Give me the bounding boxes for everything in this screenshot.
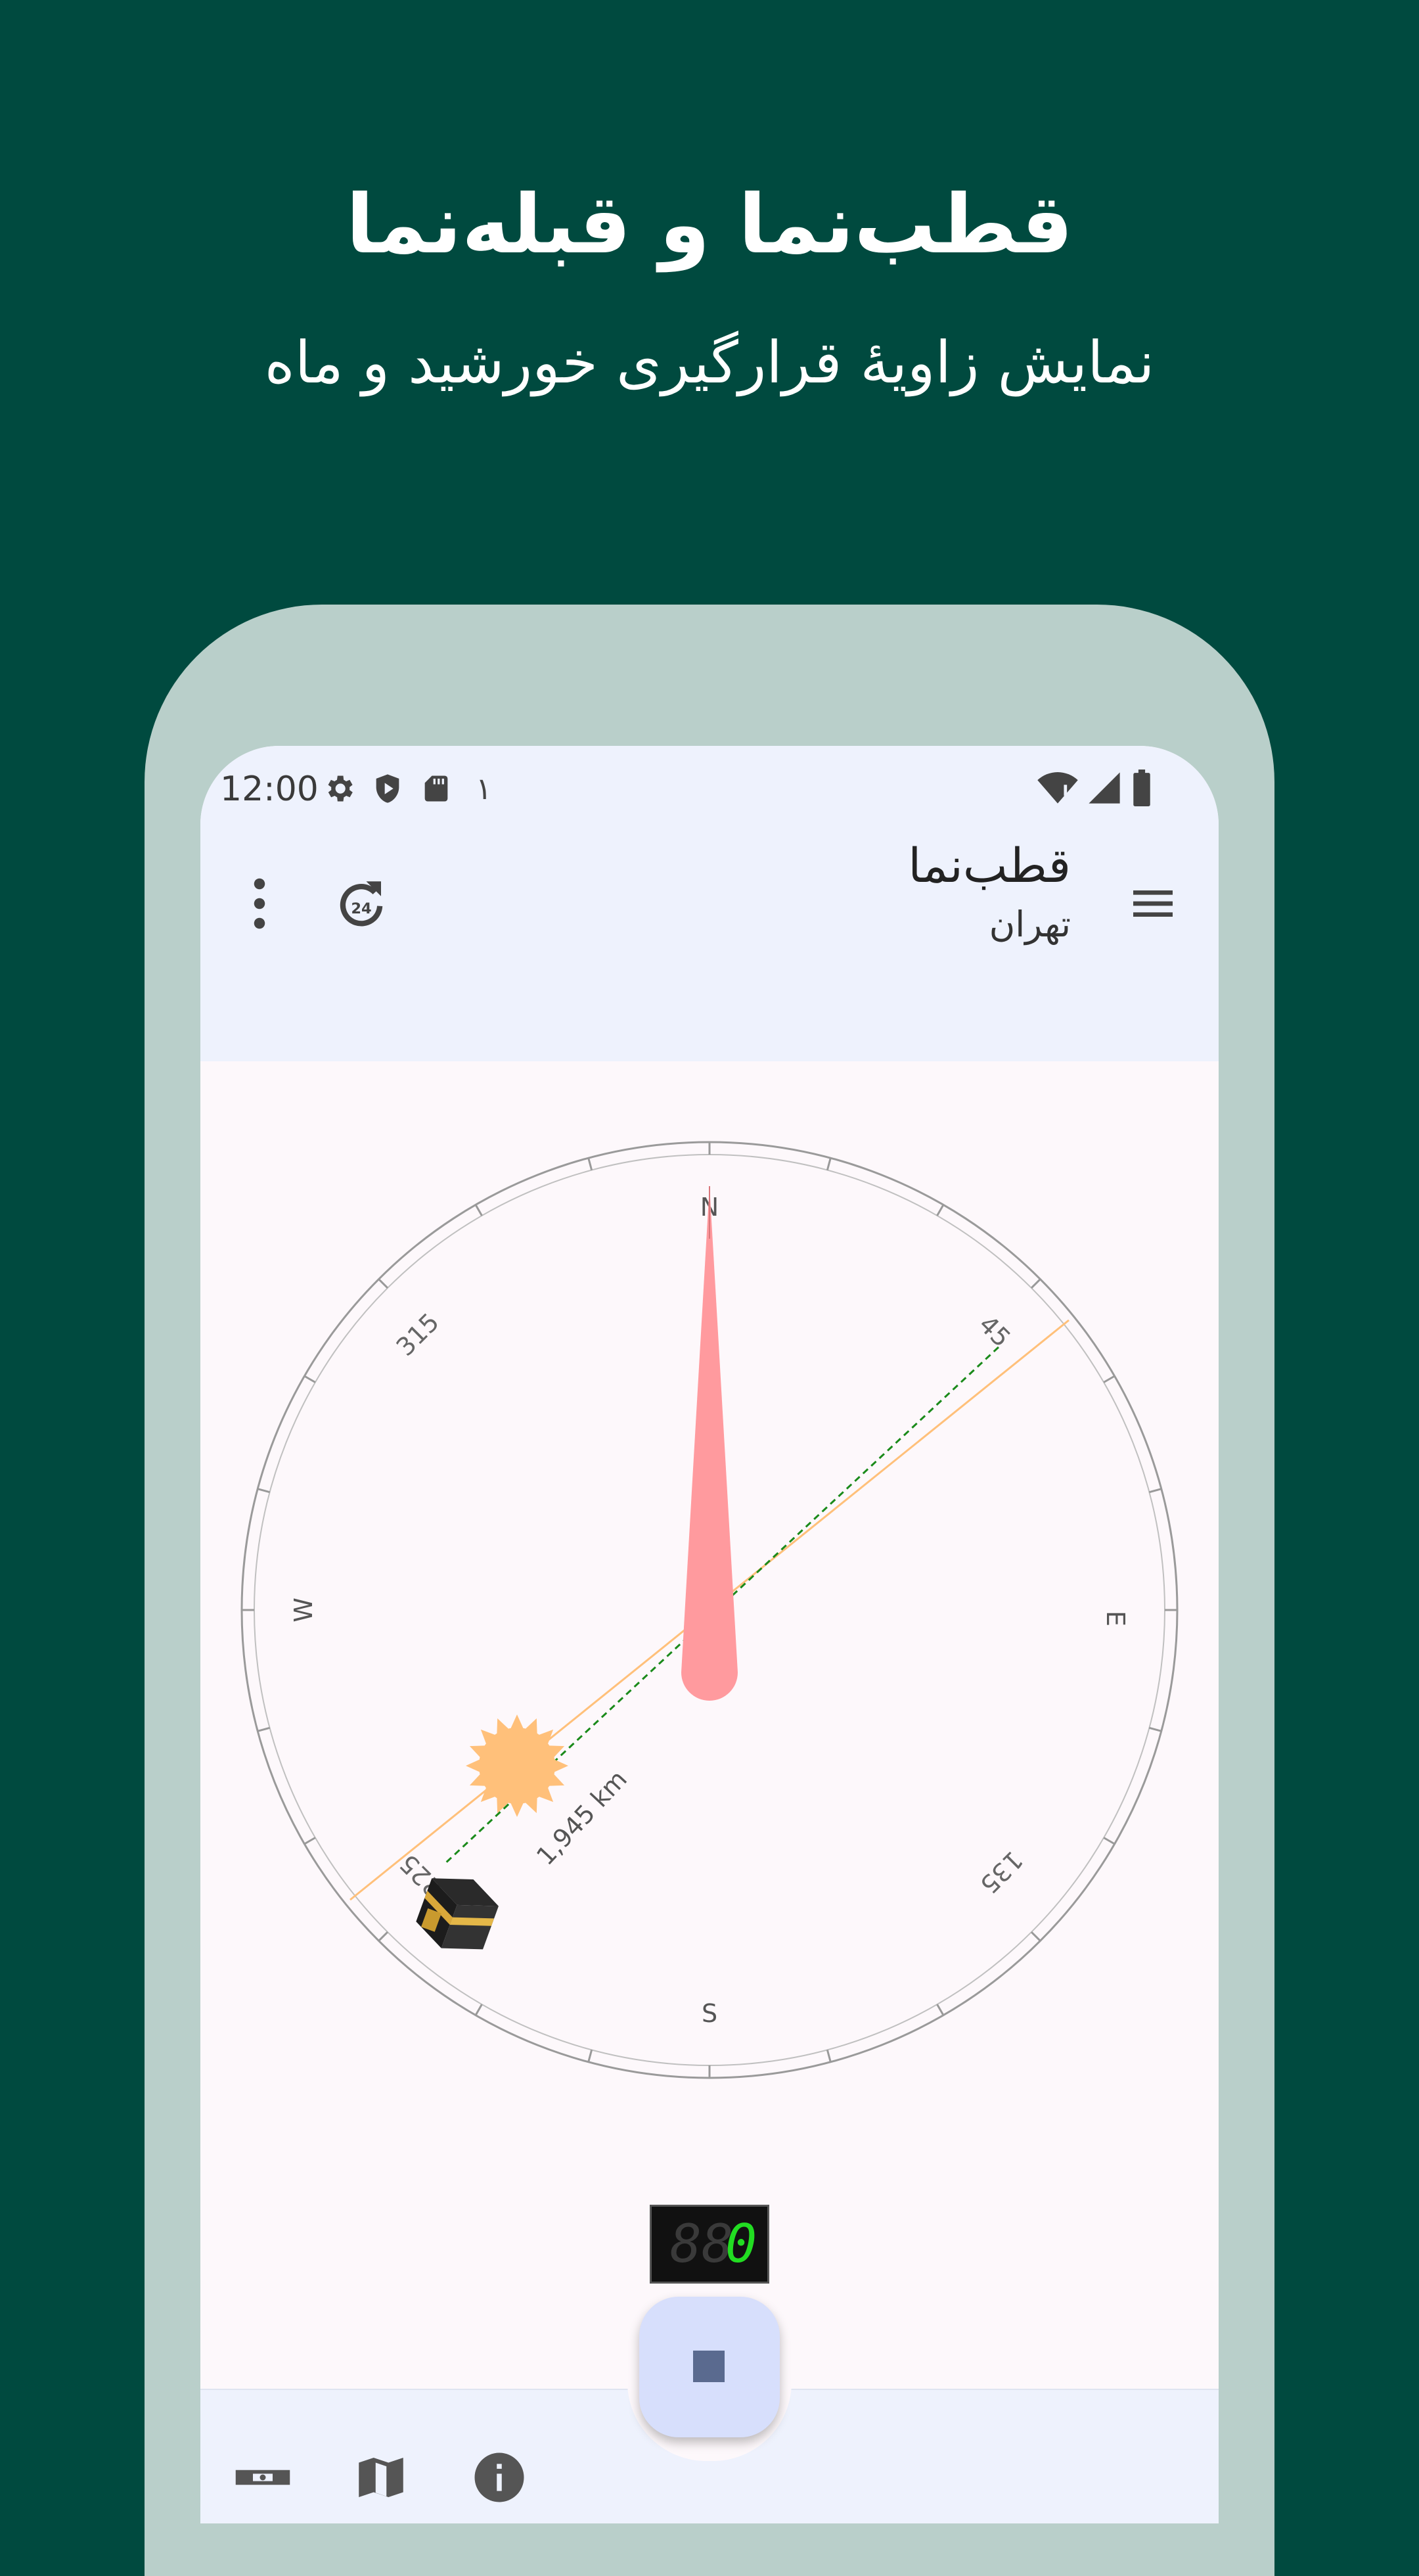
gear-icon (328, 775, 353, 802)
stop-icon (693, 2351, 725, 2382)
compass-tick (304, 1375, 316, 1383)
compass-tick (1148, 1488, 1162, 1494)
notification-count: ۱ (476, 771, 492, 806)
more-vert-icon[interactable] (240, 874, 279, 933)
degree-label-135: 135 (974, 1845, 1028, 1899)
menu-icon[interactable] (1127, 877, 1179, 930)
map-icon[interactable] (351, 2448, 411, 2507)
svg-text:24: 24 (351, 900, 371, 917)
north-needle (681, 1186, 738, 1701)
tilt-counter-display: 88 0 (650, 2205, 769, 2284)
compass-tick (1103, 1375, 1115, 1383)
compass-tick (826, 2049, 832, 2063)
cardinal-east: E (1101, 1611, 1130, 1626)
compass-tick (474, 1204, 483, 1216)
status-icons-right (1037, 770, 1153, 806)
degree-label-315: 315 (391, 1308, 445, 1362)
phone-screen: 12:00 ۱ (200, 746, 1219, 2523)
shield-icon (376, 774, 399, 803)
compass-tick (257, 1726, 271, 1732)
compass-tick (1103, 1837, 1115, 1845)
degree-label-45: 45 (974, 1310, 1016, 1352)
compass-tick (587, 2049, 593, 2063)
level-icon[interactable] (233, 2448, 292, 2507)
refresh-24-icon[interactable]: 24 (332, 871, 391, 936)
app-title: قطب‌نما (908, 838, 1071, 893)
compass-tick (826, 1157, 832, 1171)
compass-tick (1030, 1931, 1041, 1942)
location-subtitle[interactable]: تهران (989, 904, 1071, 945)
status-bar: 12:00 ۱ (200, 746, 1219, 831)
compass-tick (378, 1278, 389, 1289)
promo-headline: قطب‌نما و قبله‌نما (346, 177, 1073, 272)
compass-tick (257, 1488, 271, 1494)
compass-tick (1030, 1278, 1041, 1289)
cardinal-west: W (289, 1598, 318, 1622)
info-icon[interactable] (470, 2448, 529, 2507)
compass-dial: N S E W 45 135 225 315 1,945 km (240, 1141, 1179, 2079)
compass-tick (936, 1204, 945, 1216)
status-icons-left: ۱ (322, 771, 492, 806)
compass-tick (378, 1931, 389, 1942)
compass-tick (474, 2004, 483, 2016)
stop-fab[interactable] (639, 2297, 780, 2437)
signal-icon (1089, 772, 1120, 804)
battery-icon (1133, 770, 1150, 806)
cardinal-south: S (702, 1999, 717, 2028)
compass-tick (304, 1837, 316, 1845)
promo-subline: نمایش زاویهٔ قرارگیری خورشید و ماه (264, 329, 1155, 396)
compass-tick (1148, 1726, 1162, 1732)
status-time: 12:00 (220, 770, 319, 809)
compass-tick (587, 1157, 593, 1171)
sun-icon (466, 1714, 568, 1817)
compass-tick (936, 2004, 945, 2016)
counter-active-digit: 0 (725, 2213, 757, 2274)
sd-card-icon (424, 775, 448, 802)
counter-dim-digits: 88 (670, 2213, 733, 2274)
wifi-icon (1037, 772, 1078, 804)
